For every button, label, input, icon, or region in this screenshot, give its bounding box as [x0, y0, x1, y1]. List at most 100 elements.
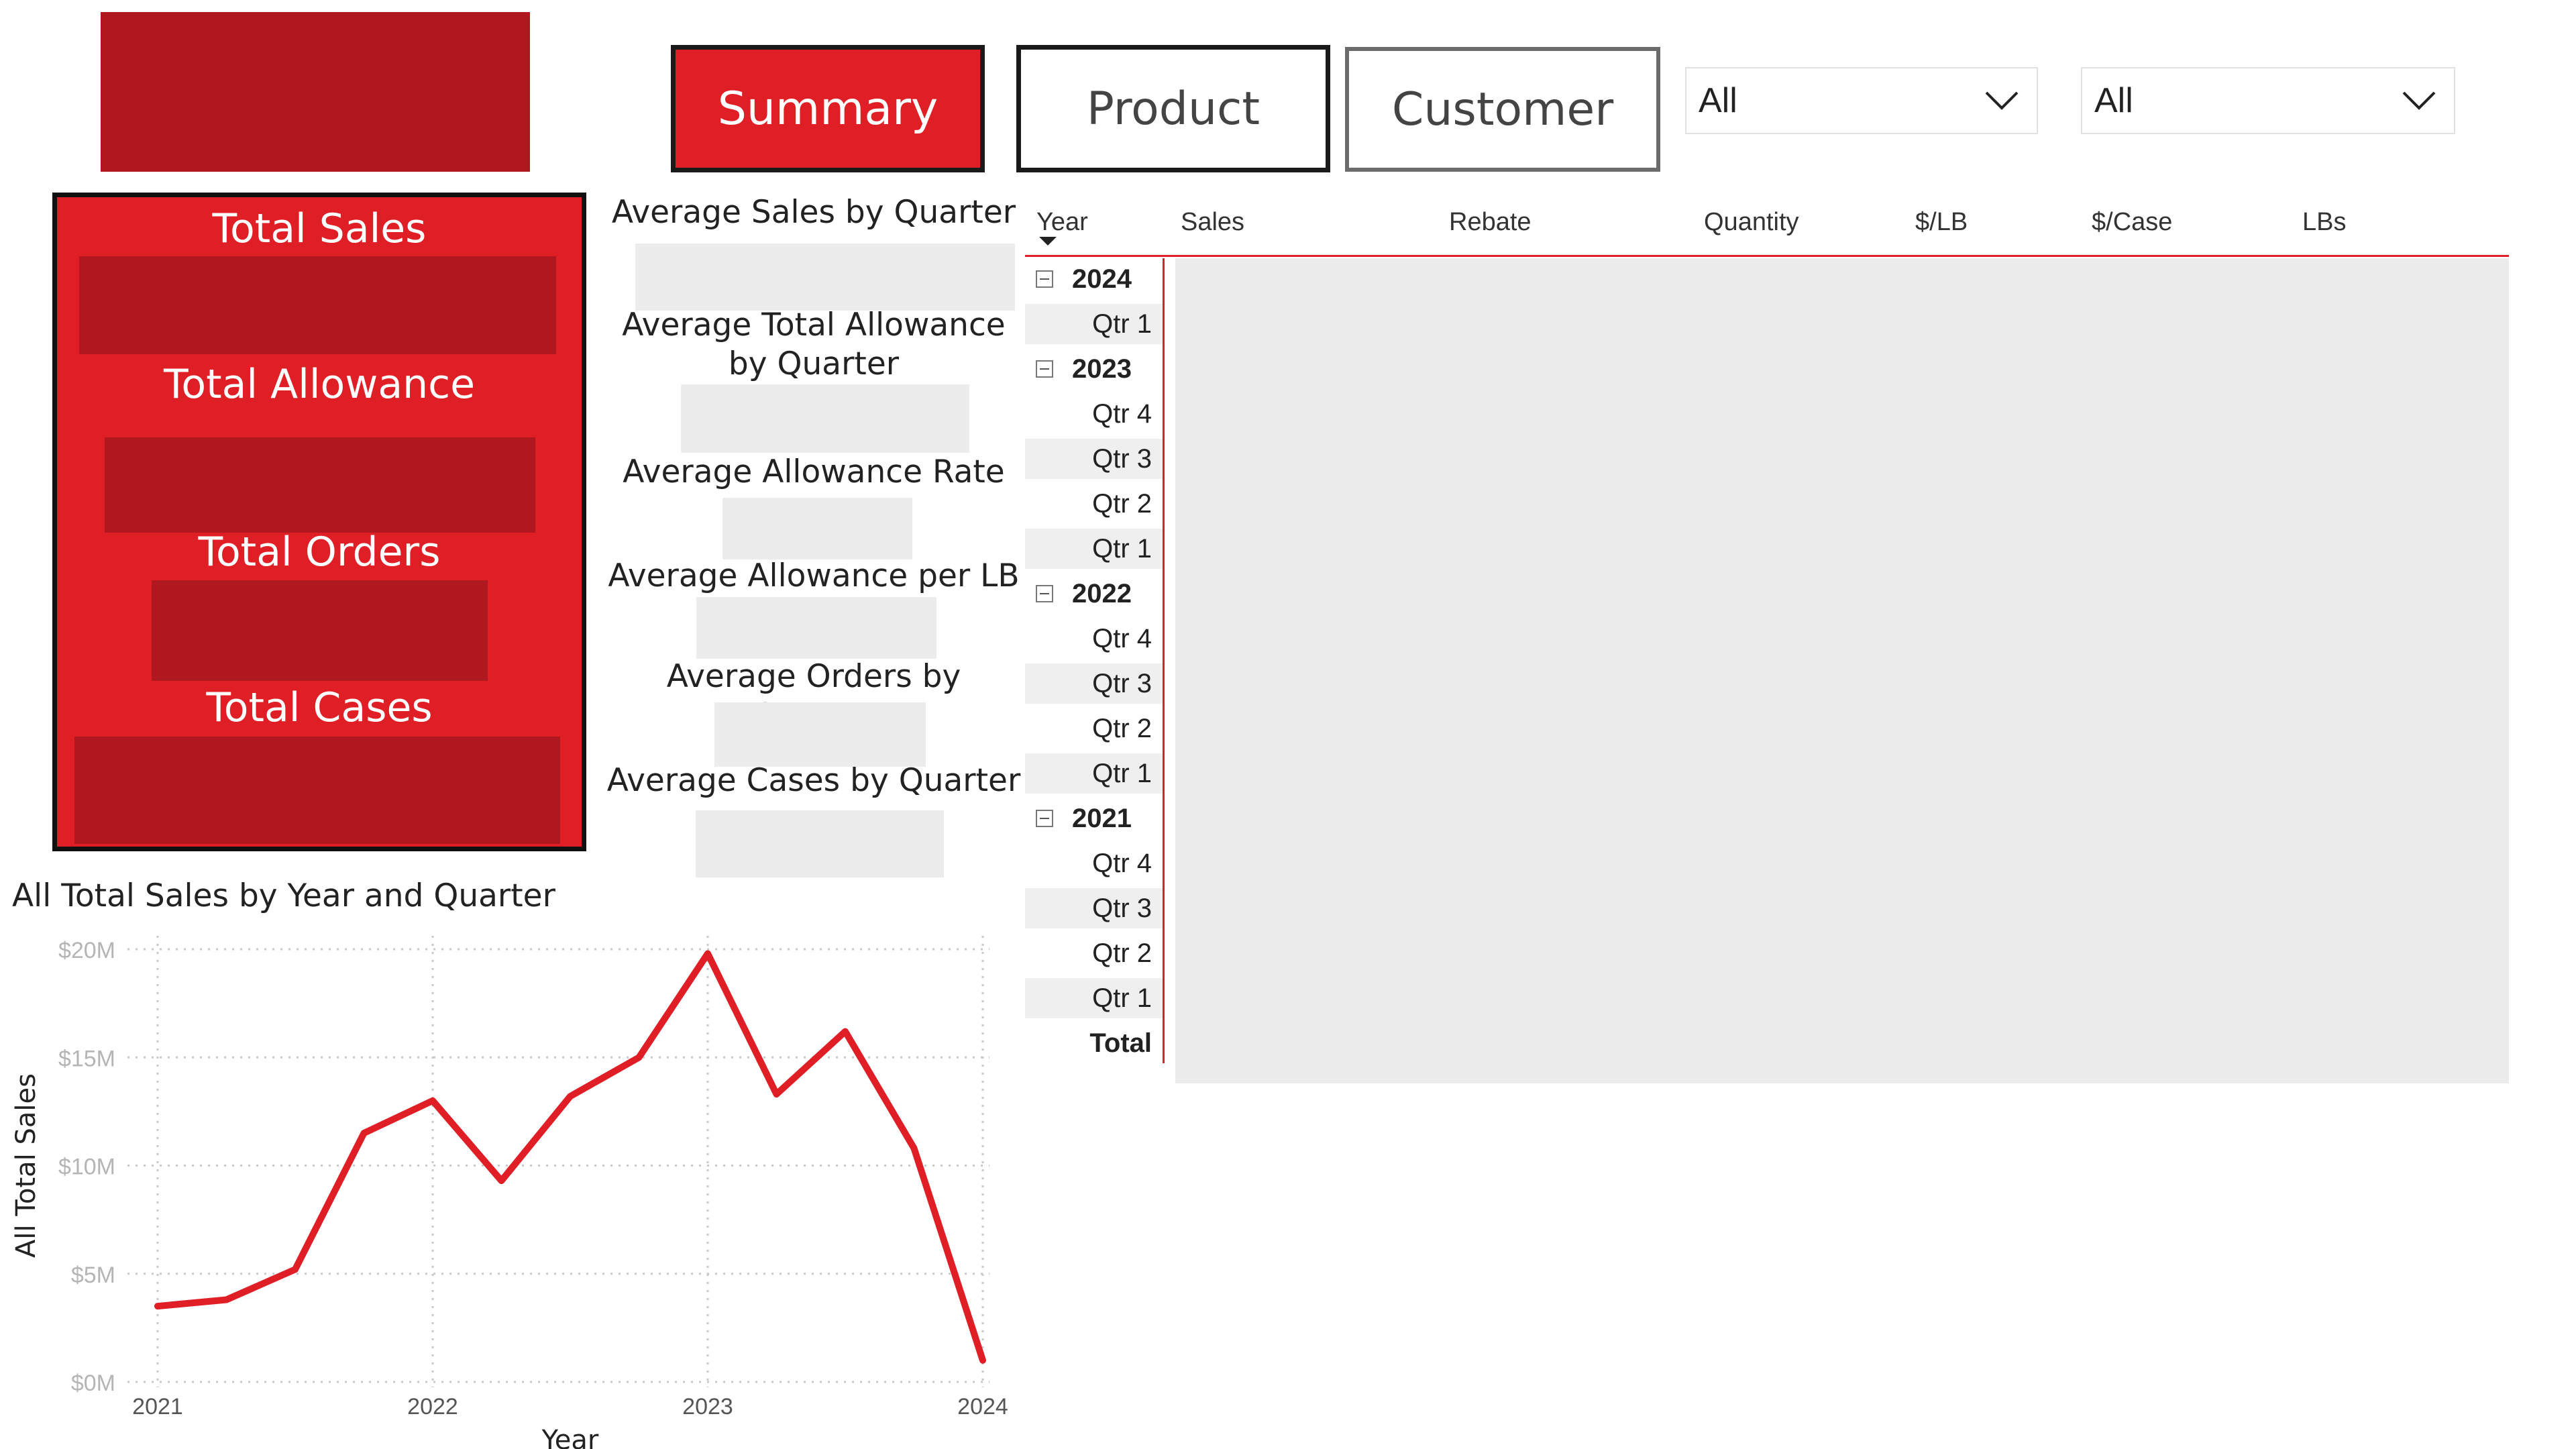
avg-total-allowance-label-line2: by Quarter [728, 345, 900, 382]
collapse-icon[interactable] [1036, 270, 1053, 288]
chart-series-line [154, 950, 986, 1364]
chart-y-tick-label: $15M [58, 1046, 115, 1071]
chart-x-axis-title: Year [541, 1425, 599, 1449]
matrix-row-label: Qtr 1 [1092, 983, 1152, 1013]
total-cases-value [74, 737, 560, 844]
chart-data-point [568, 1094, 572, 1099]
collapse-icon[interactable] [1036, 360, 1053, 378]
matrix-row-label: Qtr 3 [1092, 444, 1152, 474]
chart-data-point [224, 1297, 229, 1302]
chart-data-point [637, 1055, 641, 1060]
matrix-row-label: Qtr 1 [1092, 309, 1152, 339]
column-header-year[interactable]: Year [1036, 208, 1088, 237]
total-orders-label: Total Orders [198, 529, 441, 576]
matrix-quarter-row: Qtr 1 [1025, 529, 1163, 569]
chart-data-point [499, 1179, 504, 1183]
chart-y-tick-label: $5M [71, 1263, 115, 1288]
column-header-per-lb[interactable]: $/LB [1915, 208, 1968, 237]
matrix-quarter-row: Qtr 1 [1025, 304, 1163, 344]
column-header-per-case[interactable]: $/Case [2092, 208, 2172, 237]
total-sales-value [79, 256, 556, 354]
total-allowance-value [105, 437, 535, 533]
avg-sales-by-quarter-label: Average Sales by Quarter [611, 194, 1016, 231]
company-logo [101, 12, 530, 172]
matrix-row-label: Qtr 4 [1092, 849, 1152, 878]
kpi-panel: Total Sales Total Allowance Total Orders… [52, 193, 586, 851]
filter-dropdown-1[interactable]: All [1685, 67, 2038, 134]
matrix-year-row: 2023 [1025, 349, 1163, 389]
matrix-row-label: Qtr 1 [1092, 534, 1152, 564]
sort-descending-icon[interactable] [1039, 237, 1057, 246]
matrix-row-label: Qtr 2 [1092, 489, 1152, 519]
avg-total-allowance-value [681, 384, 969, 453]
column-header-lbs[interactable]: LBs [2302, 208, 2346, 237]
matrix-quarter-row: Qtr 3 [1025, 663, 1163, 704]
customer-nav-button[interactable]: Customer [1345, 47, 1660, 172]
matrix-row-label: Qtr 3 [1092, 894, 1152, 923]
matrix-quarter-row: Qtr 2 [1025, 708, 1163, 749]
chart-data-point [774, 1092, 779, 1097]
chart-data-point [981, 1358, 985, 1362]
column-header-sales[interactable]: Sales [1181, 208, 1244, 237]
matrix-row-label: Qtr 3 [1092, 669, 1152, 698]
matrix-row-label: Qtr 2 [1092, 938, 1152, 968]
chart-data-point [843, 1029, 847, 1034]
matrix-row-label: Qtr 4 [1092, 399, 1152, 429]
chart-data-point [912, 1146, 916, 1150]
matrix-row-header-divider [1163, 258, 1165, 1063]
matrix-row-label: 2021 [1072, 804, 1132, 833]
matrix-row-label: Qtr 4 [1092, 624, 1152, 653]
chart-data-point [362, 1131, 366, 1136]
total-orders-value [152, 580, 488, 681]
matrix-quarter-row: Qtr 1 [1025, 978, 1163, 1018]
filter-dropdown-2-value: All [2094, 81, 2133, 120]
matrix-row-label: 2023 [1072, 354, 1132, 384]
matrix-quarter-row: Qtr 4 [1025, 394, 1163, 434]
chart-x-tick-label: 2022 [407, 1394, 458, 1419]
summary-nav-button[interactable]: Summary [671, 45, 985, 172]
matrix-quarter-row: Qtr 4 [1025, 843, 1163, 883]
matrix-header-divider [1025, 255, 2509, 257]
matrix-row-label: Qtr 2 [1092, 714, 1152, 743]
chart-data-point [293, 1267, 297, 1272]
matrix-row-label: 2022 [1072, 579, 1132, 608]
matrix-row-label: 2024 [1072, 264, 1132, 294]
collapse-icon[interactable] [1036, 585, 1053, 602]
matrix-total-row: Total [1025, 1023, 1163, 1063]
chevron-down-icon [1984, 90, 2019, 111]
matrix-quarter-row: Qtr 1 [1025, 753, 1163, 794]
chart-x-tick-label: 2021 [132, 1394, 183, 1419]
avg-allowance-rate-value [722, 498, 912, 559]
avg-allowance-per-lb-label: Average Allowance per LB [608, 557, 1020, 594]
matrix-year-row: 2021 [1025, 798, 1163, 839]
filter-dropdown-1-value: All [1699, 81, 1737, 120]
matrix-quarter-row: Qtr 3 [1025, 439, 1163, 479]
chart-y-tick-label: $20M [58, 938, 115, 963]
product-nav-button[interactable]: Product [1016, 45, 1330, 172]
matrix-quarter-row: Qtr 3 [1025, 888, 1163, 928]
matrix-row-label: Total [1089, 1028, 1152, 1058]
collapse-icon[interactable] [1036, 810, 1053, 827]
column-header-rebate[interactable]: Rebate [1449, 208, 1532, 237]
matrix-quarter-row: Qtr 2 [1025, 933, 1163, 973]
avg-total-allowance-label-line1: Average Total Allowance [622, 307, 1006, 343]
sales-line-chart: $0M $5M $10M $15M $20M 2021 2022 2023 2024 Year Al… [11, 936, 1008, 1449]
chart-x-tick-label: 2024 [957, 1394, 1008, 1419]
chart-y-tick-label: $0M [71, 1371, 115, 1396]
chevron-down-icon [2402, 90, 2436, 111]
chart-title: All Total Sales by Year and Quarter [12, 877, 555, 914]
chart-data-point [706, 951, 710, 956]
chart-x-tick-label: 2023 [682, 1394, 733, 1419]
avg-cases-by-quarter-value [696, 810, 944, 877]
avg-allowance-per-lb-value [696, 597, 936, 659]
avg-orders-by-quarter-value [714, 702, 926, 767]
chart-data-point [431, 1098, 435, 1103]
chart-y-tick-label: $10M [58, 1155, 115, 1180]
filter-dropdown-2[interactable]: All [2081, 67, 2455, 134]
matrix-year-row: 2024 [1025, 259, 1163, 299]
avg-allowance-rate-label: Average Allowance Rate [623, 453, 1005, 490]
column-header-quantity[interactable]: Quantity [1704, 208, 1799, 237]
total-cases-label: Total Cases [206, 684, 433, 731]
total-allowance-label: Total Allowance [163, 361, 476, 408]
avg-sales-by-quarter-value [635, 244, 1015, 311]
